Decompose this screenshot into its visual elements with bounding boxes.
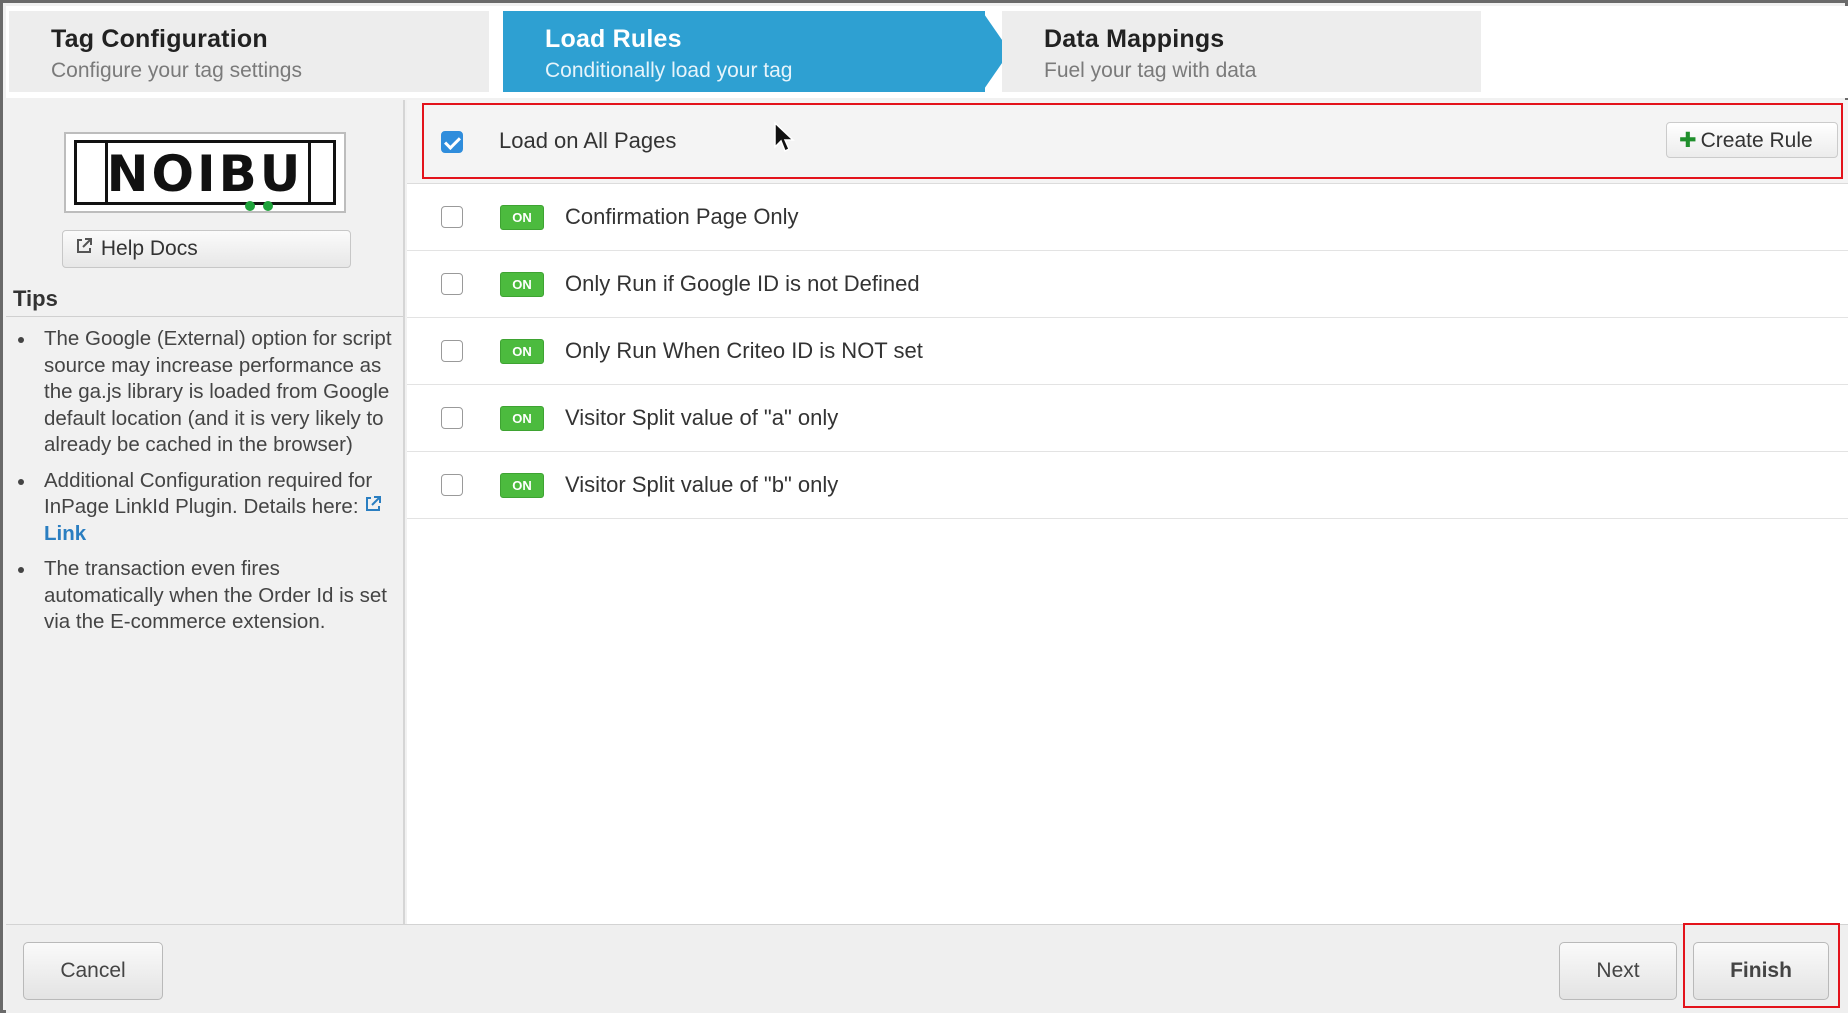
divider bbox=[6, 316, 403, 317]
rule-row: ON Visitor Split value of "b" only bbox=[407, 452, 1848, 519]
help-docs-label: Help Docs bbox=[100, 237, 198, 260]
logo-text: NOIBU bbox=[106, 145, 304, 203]
create-rule-button[interactable]: ✚ Create Rule bbox=[1666, 122, 1838, 158]
rule-checkbox[interactable] bbox=[441, 407, 463, 429]
vendor-logo: NOIBU bbox=[64, 132, 346, 213]
status-badge: ON bbox=[500, 406, 544, 431]
external-link-icon bbox=[75, 237, 95, 261]
rule-checkbox[interactable] bbox=[441, 474, 463, 496]
help-docs-button[interactable]: Help Docs bbox=[62, 230, 351, 268]
tip-item: Additional Configuration required for In… bbox=[14, 468, 399, 548]
step-title: Data Mappings bbox=[1044, 25, 1225, 53]
rule-row: ON Only Run When Criteo ID is NOT set bbox=[407, 318, 1848, 385]
step-tag-configuration[interactable]: Tag Configuration Configure your tag set… bbox=[9, 11, 489, 92]
status-badge: ON bbox=[500, 272, 544, 297]
status-badge: ON bbox=[500, 339, 544, 364]
status-badge: ON bbox=[500, 473, 544, 498]
external-link-icon bbox=[366, 496, 382, 511]
tip-item: The Google (External) option for script … bbox=[14, 326, 399, 459]
tag-wizard-window: Tag Configuration Configure your tag set… bbox=[0, 0, 1848, 1013]
logo-dot bbox=[263, 201, 273, 211]
rule-row: ON Visitor Split value of "a" only bbox=[407, 385, 1848, 452]
finish-button[interactable]: Finish bbox=[1693, 942, 1829, 1000]
rule-row: ON Confirmation Page Only bbox=[407, 184, 1848, 251]
rule-label: Visitor Split value of "b" only bbox=[565, 472, 839, 497]
status-badge: ON bbox=[500, 205, 544, 230]
step-title: Tag Configuration bbox=[51, 25, 268, 53]
wizard-footer: Cancel Next Finish bbox=[6, 924, 1848, 1013]
plus-icon: ✚ bbox=[1679, 129, 1697, 152]
all-pages-checkbox[interactable] bbox=[441, 131, 463, 153]
tip-item: The transaction even fires automatically… bbox=[14, 556, 399, 636]
rule-checkbox[interactable] bbox=[441, 273, 463, 295]
sidebar: NOIBU Help Docs Tips The Google (Externa… bbox=[6, 100, 405, 924]
rule-row: ON Only Run if Google ID is not Defined bbox=[407, 251, 1848, 318]
next-button[interactable]: Next bbox=[1559, 942, 1677, 1000]
step-subtitle: Conditionally load your tag bbox=[545, 59, 793, 82]
step-data-mappings[interactable]: Data Mappings Fuel your tag with data bbox=[1002, 11, 1481, 92]
mouse-cursor-icon bbox=[774, 121, 795, 153]
rule-checkbox[interactable] bbox=[441, 340, 463, 362]
step-load-rules[interactable]: Load Rules Conditionally load your tag bbox=[503, 11, 985, 92]
cancel-button[interactable]: Cancel bbox=[23, 942, 163, 1000]
step-title: Load Rules bbox=[545, 25, 682, 53]
rule-label: Visitor Split value of "a" only bbox=[565, 405, 839, 430]
rule-row-all-pages: Load on All Pages ✚ Create Rule bbox=[407, 100, 1848, 184]
rule-label: Only Run When Criteo ID is NOT set bbox=[565, 338, 923, 363]
logo-dot bbox=[245, 201, 255, 211]
rule-label: Confirmation Page Only bbox=[565, 204, 799, 229]
rule-label: Only Run if Google ID is not Defined bbox=[565, 271, 920, 296]
wizard-steps: Tag Configuration Configure your tag set… bbox=[6, 6, 1848, 98]
tips-heading: Tips bbox=[13, 286, 58, 311]
rule-checkbox[interactable] bbox=[441, 206, 463, 228]
tips-list: The Google (External) option for script … bbox=[14, 326, 399, 645]
step-subtitle: Fuel your tag with data bbox=[1044, 59, 1257, 82]
load-rules-panel: Load on All Pages ✚ Create Rule ON Confir… bbox=[407, 100, 1848, 924]
rule-label: Load on All Pages bbox=[499, 128, 677, 153]
step-subtitle: Configure your tag settings bbox=[51, 59, 302, 82]
